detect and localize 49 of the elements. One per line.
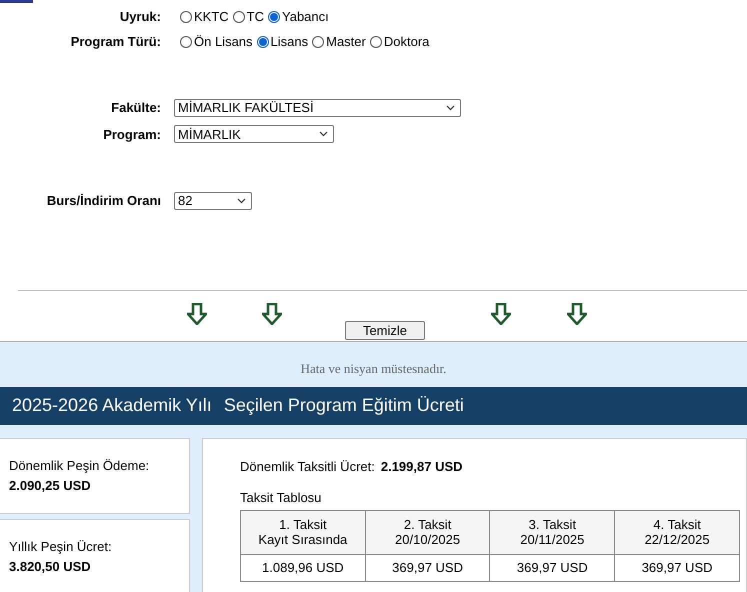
dropdown[interactable]: MİMARLIK FAKÜLTESİ [174, 98, 461, 117]
down-arrow-icon [187, 302, 207, 324]
chevron-icon [446, 104, 455, 111]
installment-value: 2.199,87 USD [380, 458, 463, 476]
radio-label: KKTC [194, 8, 229, 26]
dropdown[interactable]: MİMARLIK [174, 125, 334, 144]
column-header: 2. Taksit 20/10/2025 [365, 510, 490, 554]
price-label: Yıllık Peşin Ücret: [9, 538, 113, 556]
radio-label: Master [326, 33, 366, 52]
table-caption: Taksit Tablosu [240, 490, 322, 505]
column-header: 1. Taksit Kayıt Sırasında [240, 510, 366, 554]
column-header: 4. Taksit 22/12/2025 [614, 510, 740, 554]
radio-button[interactable] [180, 36, 192, 48]
price-label: Dönemlik Peşin Ödeme: [9, 457, 150, 475]
disclaimer-text: Hata ve nisyan müstesnadır. [300, 360, 446, 378]
down-arrow-icon [567, 302, 587, 324]
price-value: 2.090,25 USD [9, 476, 92, 494]
academic-year: 2025-2026 Akademik Yılı [12, 394, 212, 417]
field-label: Program: [103, 126, 161, 142]
table-cell: 369,97 USD [614, 554, 740, 581]
radio-button[interactable] [232, 11, 245, 23]
field-label: Fakülte: [111, 100, 161, 115]
installment-label: Dönemlik Taksitli Ücret: [240, 458, 375, 476]
column-header: 3. Taksit 20/11/2025 [490, 510, 615, 554]
price-value: 3.820,50 USD [9, 558, 92, 576]
field-label: Uyruk: [120, 9, 161, 24]
chevron-icon [319, 131, 328, 138]
radio-label: TC [246, 8, 264, 26]
radio-label: Doktora [384, 33, 430, 52]
radio-button[interactable] [256, 36, 269, 48]
radio-button[interactable] [180, 11, 192, 23]
table-cell: 369,97 USD [490, 554, 615, 581]
down-arrow-icon [262, 302, 282, 324]
field-label: Burs/İndirim Oranı [46, 193, 161, 208]
field-label: Program Türü: [70, 34, 161, 50]
table-cell: 1.089,96 USD [240, 554, 366, 581]
chevron-icon [237, 198, 246, 204]
clear-button[interactable]: Temizle [345, 320, 425, 340]
radio-label: Lisans [270, 33, 308, 52]
header-title: Seçilen Program Eğitim Ücreti [224, 394, 464, 417]
table-cell: 369,97 USD [365, 554, 490, 581]
radio-label: Yabancı [282, 8, 329, 26]
radio-button[interactable] [312, 36, 324, 48]
dropdown[interactable]: 82 [174, 192, 252, 210]
down-arrow-icon [491, 302, 511, 324]
radio-button[interactable] [268, 11, 280, 23]
radio-label: Ön Lisans [194, 33, 253, 52]
radio-button[interactable] [370, 36, 382, 48]
top-bar [0, 0, 33, 3]
